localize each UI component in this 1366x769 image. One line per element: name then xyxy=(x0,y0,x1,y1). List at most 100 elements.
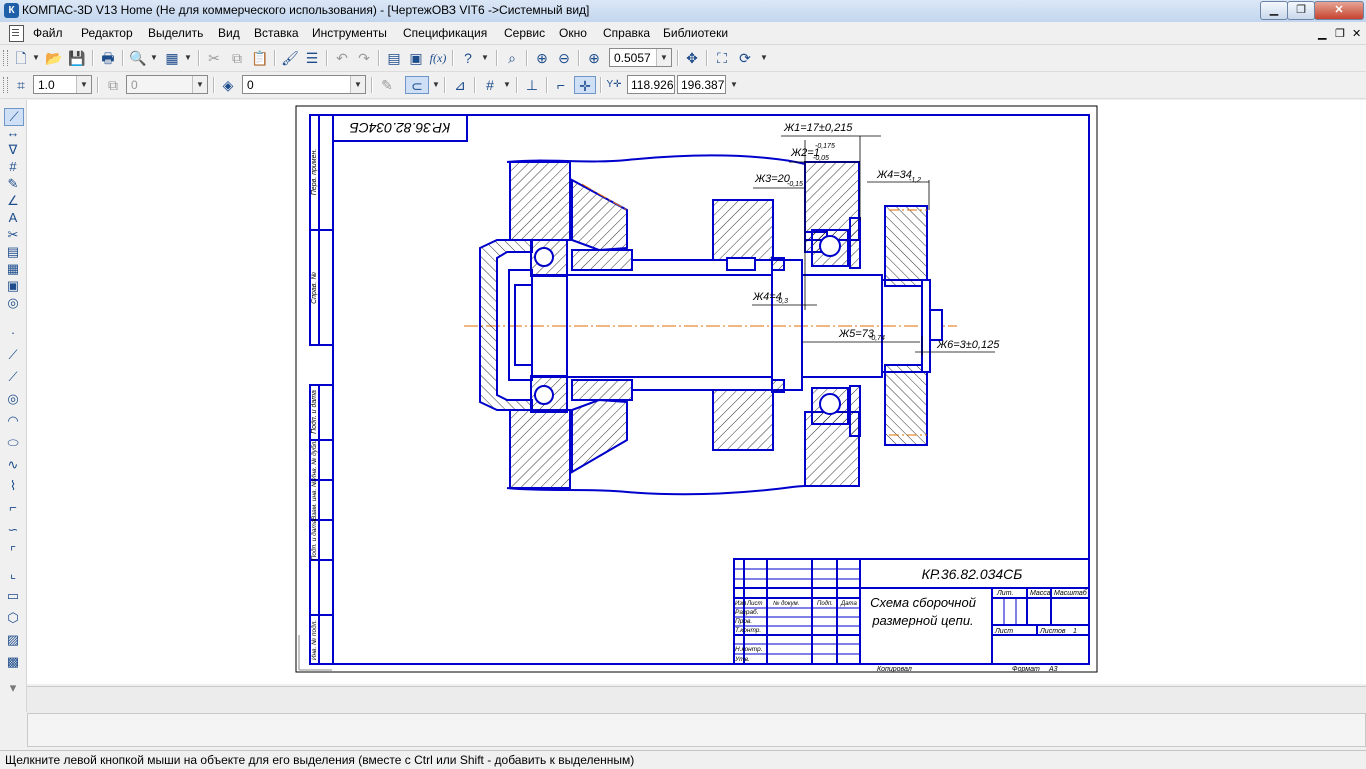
new-document-icon[interactable]: 🗋 xyxy=(12,49,30,67)
chevron-down-icon[interactable]: ▼ xyxy=(503,76,511,94)
hatch-icon[interactable]: ▨ xyxy=(4,632,22,648)
menu-insert[interactable]: Вставка xyxy=(254,26,299,40)
variables-fx-icon[interactable]: f(x) xyxy=(429,49,447,67)
local-cs-icon[interactable]: ⊥ xyxy=(523,76,541,94)
round-mode-icon[interactable]: ✛ xyxy=(574,76,596,94)
color-state-icon[interactable]: ✎ xyxy=(378,76,396,94)
bezier-icon[interactable]: ∽ xyxy=(4,522,22,538)
document-icon[interactable] xyxy=(9,25,24,42)
symbols-panel-icon[interactable]: ∇ xyxy=(4,142,22,158)
zoom-combo[interactable]: 0.5057 ▼ xyxy=(609,48,672,67)
menu-select[interactable]: Выделить xyxy=(148,26,203,40)
dimensions-panel-icon[interactable]: ↔ xyxy=(4,125,22,141)
kompas-app-icon[interactable]: К xyxy=(4,3,19,18)
step-combo[interactable]: 1.0 ▼ xyxy=(33,75,92,94)
insert-panel-icon[interactable]: ▣ xyxy=(4,278,22,294)
edit-panel-icon[interactable]: # xyxy=(4,159,22,175)
cursor-y-field[interactable]: 196.387 xyxy=(677,75,726,94)
chevron-down-icon[interactable]: ▼ xyxy=(481,49,489,67)
cursor-step-icon[interactable]: ⌗ xyxy=(12,76,30,94)
save-icon[interactable]: 💾 xyxy=(68,49,86,67)
parametrization-icon[interactable]: ✎ xyxy=(4,176,22,192)
redo-icon[interactable]: ↷ xyxy=(355,49,373,67)
auxiliary-line-icon[interactable]: ⟋ xyxy=(4,347,22,363)
ellipse-icon[interactable]: ⬭ xyxy=(4,435,22,451)
menu-file[interactable]: Файл xyxy=(33,26,63,40)
contour-icon[interactable]: ⌐ xyxy=(4,500,22,516)
chevron-down-icon[interactable]: ▼ xyxy=(150,49,158,67)
geometry-panel-icon[interactable]: ⟋ xyxy=(4,108,24,126)
chevron-down-icon[interactable]: ▼ xyxy=(76,76,91,93)
chevron-down-icon[interactable]: ▼ xyxy=(656,49,671,66)
open-folder-icon[interactable]: 📂 xyxy=(45,49,63,67)
close-button[interactable]: ✕ xyxy=(1314,1,1364,20)
spline-icon[interactable]: ∿ xyxy=(4,457,22,473)
snap-magnet-icon[interactable]: ⊂ xyxy=(405,76,429,94)
chevron-down-icon[interactable]: ▼ xyxy=(350,76,365,93)
show-all-icon[interactable]: ⛶ xyxy=(713,49,731,67)
menu-service[interactable]: Сервис xyxy=(504,26,545,40)
mdi-close-icon[interactable]: ✕ xyxy=(1352,27,1361,40)
menu-editor[interactable]: Редактор xyxy=(81,26,133,40)
toolbar-grip[interactable] xyxy=(3,50,8,66)
chevron-down-icon[interactable]: ▼ xyxy=(32,49,40,67)
other-panel-icon[interactable]: ◎ xyxy=(4,295,22,311)
format-brush-icon[interactable]: 🖌 xyxy=(281,49,299,67)
menu-tools[interactable]: Инструменты xyxy=(312,26,387,40)
chevron-down-icon[interactable]: ▼ xyxy=(760,49,768,67)
measure-icon[interactable]: ∠ xyxy=(4,193,22,209)
maximize-button[interactable]: ❐ xyxy=(1287,1,1315,20)
local-snap-icon[interactable]: ⊿ xyxy=(451,76,469,94)
circle-icon[interactable]: ◎ xyxy=(4,391,22,407)
menu-specification[interactable]: Спецификация xyxy=(403,26,487,40)
paste-icon[interactable]: 📋 xyxy=(251,49,269,67)
drawing-canvas[interactable]: Перв. примен. Справ. № Подп. и дата Инв.… xyxy=(27,100,1366,684)
library-manager-icon[interactable]: ▣ xyxy=(407,49,425,67)
point-icon[interactable]: · xyxy=(4,325,22,341)
chamfer-icon[interactable]: ⌜ xyxy=(4,544,22,560)
layer-state-icon[interactable]: ◈ xyxy=(219,76,237,94)
mdi-restore-icon[interactable]: ❐ xyxy=(1335,27,1345,40)
manager-icon[interactable]: ▦ xyxy=(163,49,181,67)
mdi-minimize-icon[interactable]: ▁ xyxy=(1318,27,1326,40)
minimize-button[interactable]: ▁ xyxy=(1260,1,1288,20)
associative-views-icon[interactable]: ✂ xyxy=(4,227,22,243)
tree-panel-icon[interactable]: ▤ xyxy=(385,49,403,67)
layer-combo[interactable]: 0 ▼ xyxy=(242,75,366,94)
view-state-icon[interactable]: ⧉ xyxy=(104,76,122,94)
properties-icon[interactable]: ☰ xyxy=(303,49,321,67)
toolbar-grip[interactable] xyxy=(3,77,8,93)
chevron-down-icon[interactable]: ▼ xyxy=(192,76,207,93)
undo-icon[interactable]: ↶ xyxy=(333,49,351,67)
zoom-frame-icon[interactable]: ⌕ xyxy=(503,49,521,67)
select-panel-icon[interactable]: A xyxy=(4,210,22,226)
refresh-icon[interactable]: ⟳ xyxy=(736,49,754,67)
spec-panel-icon[interactable]: ▤ xyxy=(4,244,22,260)
segment-icon[interactable]: ⟋ xyxy=(4,369,22,385)
fill-icon[interactable]: ▩ xyxy=(4,654,22,670)
pan-icon[interactable]: ✥ xyxy=(683,49,701,67)
grid-icon[interactable]: # xyxy=(481,76,499,94)
zoom-scale-icon[interactable]: ⊕ xyxy=(585,49,603,67)
polygon-icon[interactable]: ⬡ xyxy=(4,610,22,626)
zoom-in-icon[interactable]: ⊕ xyxy=(533,49,551,67)
chevron-down-icon[interactable]: ▼ xyxy=(184,49,192,67)
chevron-down-icon[interactable]: ▼ xyxy=(730,76,738,94)
more-tools-icon[interactable]: ▾ xyxy=(4,680,22,696)
reports-panel-icon[interactable]: ▦ xyxy=(4,261,22,277)
rectangle-icon[interactable]: ▭ xyxy=(4,588,22,604)
print-icon[interactable]: 🖶 xyxy=(99,49,117,67)
menu-window[interactable]: Окно xyxy=(559,26,587,40)
cursor-x-field[interactable]: 118.926 xyxy=(627,75,675,94)
copy-icon[interactable]: ⧉ xyxy=(228,49,246,67)
chevron-down-icon[interactable]: ▼ xyxy=(432,76,440,94)
menu-libraries[interactable]: Библиотеки xyxy=(663,26,728,40)
print-preview-icon[interactable]: 🔍 xyxy=(129,49,147,67)
zoom-out-icon[interactable]: ⊖ xyxy=(555,49,573,67)
ortho-mode-icon[interactable]: ⌐ xyxy=(552,76,570,94)
view-combo[interactable]: 0 ▼ xyxy=(126,75,208,94)
help-pointer-icon[interactable]: ? xyxy=(459,49,477,67)
arc-icon[interactable]: ◠ xyxy=(4,413,22,429)
menu-help[interactable]: Справка xyxy=(603,26,650,40)
drawing-sheet[interactable]: Перв. примен. Справ. № Подп. и дата Инв.… xyxy=(27,100,1366,684)
